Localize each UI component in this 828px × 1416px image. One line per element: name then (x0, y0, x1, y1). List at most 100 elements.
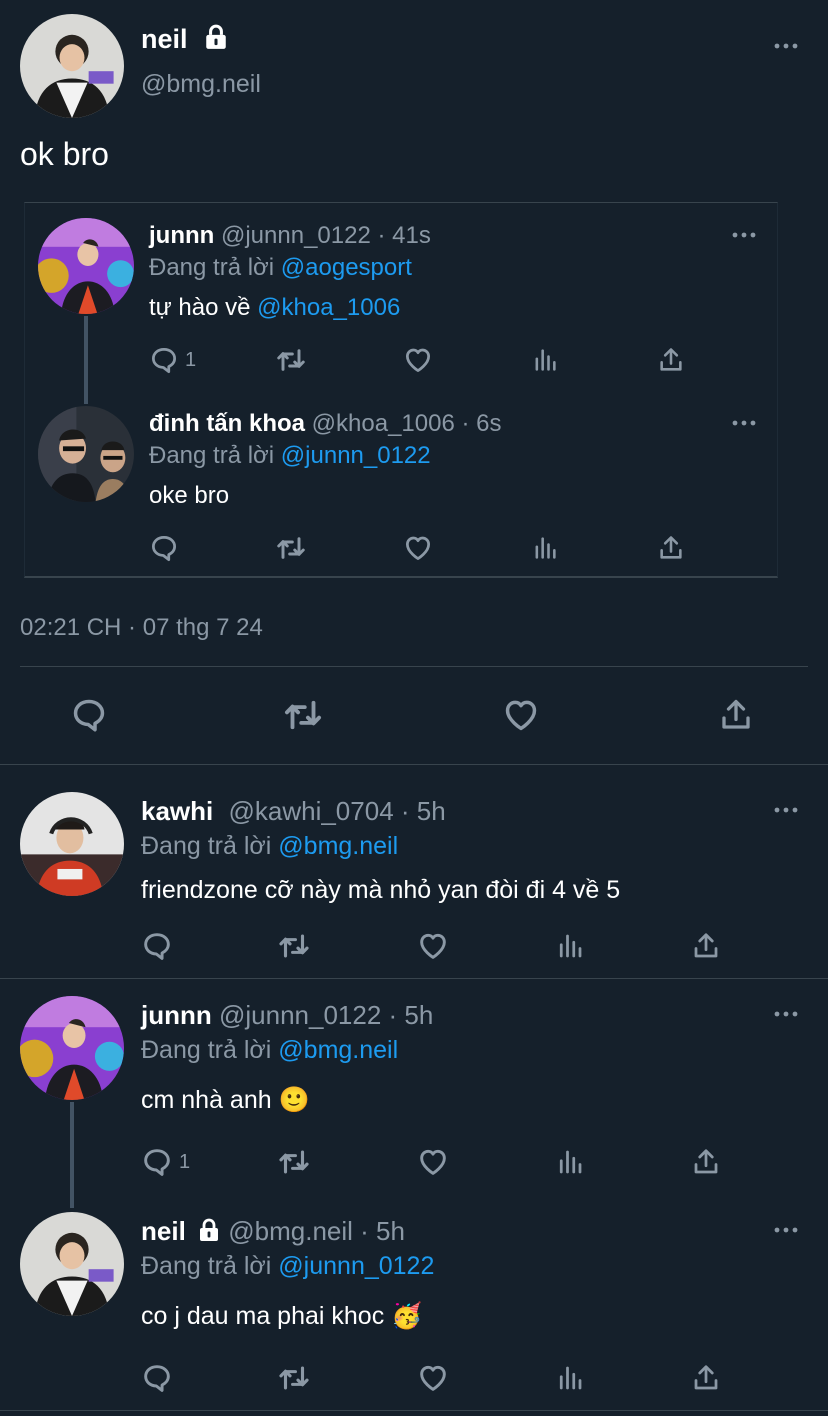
reply-button[interactable] (70, 694, 108, 736)
more-icon[interactable] (772, 1220, 800, 1240)
thread-connector (84, 316, 88, 404)
reply3-time[interactable]: · 5h (360, 1216, 405, 1246)
share-button[interactable] (691, 1144, 721, 1180)
tweet-timestamp[interactable]: 02:21 CH · 07 thg 7 24 (20, 614, 263, 642)
reply-count: 1 (179, 1150, 191, 1173)
tweet-text: ok bro (20, 136, 109, 172)
reply3-display-name[interactable]: neil (141, 1216, 186, 1246)
views-button[interactable] (531, 530, 559, 566)
reply-to-link[interactable]: @junnn_0122 (278, 1252, 434, 1280)
share-icon (718, 697, 754, 733)
reply-label: Đang trả lời (141, 1036, 272, 1064)
share-button[interactable] (718, 694, 754, 736)
reply2-time[interactable]: · 5h (389, 1000, 434, 1030)
lock-icon (203, 24, 229, 57)
share-icon (657, 346, 685, 374)
reply2-actions: 1 (141, 1144, 741, 1180)
like-button[interactable] (502, 694, 540, 736)
like-button[interactable] (417, 1360, 449, 1396)
share-button[interactable] (691, 1360, 721, 1396)
quote2-handle[interactable]: @khoa_1006 (312, 410, 455, 437)
quote1-text: tự hào về (149, 294, 258, 321)
views-button[interactable] (531, 342, 559, 378)
reply2-handle[interactable]: @junnn_0122 (219, 1000, 381, 1030)
reply1-display-name[interactable]: kawhi (141, 796, 213, 826)
retweet-button[interactable] (275, 342, 307, 378)
retweet-button[interactable] (282, 694, 324, 736)
views-icon (555, 1147, 585, 1177)
avatar-kawhi[interactable] (20, 792, 124, 896)
like-button[interactable] (403, 530, 433, 566)
quote1-time[interactable]: · 41s (377, 222, 430, 249)
reply3-text: co j dau ma phai khoc (141, 1302, 385, 1330)
divider (0, 764, 828, 765)
author-handle[interactable]: @bmg.neil (141, 70, 261, 99)
reply-to-link[interactable]: @junnn_0122 (281, 442, 431, 469)
views-button[interactable] (555, 1360, 585, 1396)
share-icon (657, 534, 685, 562)
views-icon (531, 346, 559, 374)
retweet-icon (277, 1361, 311, 1395)
reply-to-link[interactable]: @bmg.neil (278, 832, 398, 860)
retweet-button[interactable] (277, 1360, 311, 1396)
reply1-handle[interactable]: @kawhi_0704 (228, 796, 393, 826)
reply-button[interactable]: 1 (141, 1144, 190, 1180)
quote1-actions: 1 (149, 342, 709, 378)
retweet-button[interactable] (277, 928, 311, 964)
party-emoji: 🥳 (391, 1302, 423, 1330)
views-button[interactable] (555, 928, 585, 964)
retweet-button[interactable] (275, 530, 307, 566)
share-button[interactable] (691, 928, 721, 964)
reply-button[interactable] (141, 1360, 173, 1396)
share-button[interactable] (657, 342, 685, 378)
avatar-neil[interactable] (20, 14, 124, 118)
reply-label: Đang trả lời (149, 254, 275, 281)
reply-label: Đang trả lời (141, 1252, 272, 1280)
reply-to-link[interactable]: @aogesport (281, 254, 412, 281)
reply-icon (141, 1362, 173, 1394)
quote1-display-name[interactable]: junnn (149, 222, 214, 249)
divider (0, 1410, 828, 1411)
avatar-neil[interactable] (20, 1212, 124, 1316)
reply-button[interactable] (149, 530, 179, 566)
retweet-button[interactable] (277, 1144, 311, 1180)
more-icon[interactable] (730, 225, 758, 245)
reply1-actions (141, 928, 741, 964)
retweet-icon (277, 1145, 311, 1179)
reply2-display-name[interactable]: junnn (141, 1000, 212, 1030)
more-icon[interactable] (772, 36, 800, 56)
avatar-junnn[interactable] (20, 996, 124, 1100)
reply-count: 1 (185, 348, 197, 371)
quote2-display-name[interactable]: đinh tấn khoa (149, 410, 305, 437)
divider (0, 978, 828, 979)
more-icon[interactable] (772, 800, 800, 820)
reply-button[interactable] (141, 928, 173, 964)
reply1-time[interactable]: · 5h (401, 796, 446, 826)
reply2-text: cm nhà anh (141, 1086, 272, 1114)
share-button[interactable] (657, 530, 685, 566)
author-name[interactable]: neil (141, 24, 229, 57)
author-display-name[interactable]: neil (141, 24, 188, 54)
mention-link[interactable]: @khoa_1006 (257, 294, 400, 321)
share-icon (691, 1147, 721, 1177)
reply-button[interactable]: 1 (149, 342, 196, 378)
like-button[interactable] (403, 342, 433, 378)
lock-icon (197, 1218, 221, 1249)
avatar-junnn[interactable] (38, 218, 134, 314)
quote2-time[interactable]: · 6s (462, 410, 502, 437)
like-button[interactable] (417, 928, 449, 964)
reply-to-link[interactable]: @bmg.neil (278, 1036, 398, 1064)
more-icon[interactable] (730, 413, 758, 433)
quote1-handle[interactable]: @junnn_0122 (221, 222, 371, 249)
heart-icon (403, 345, 433, 375)
heart-icon (502, 696, 540, 734)
like-button[interactable] (417, 1144, 449, 1180)
avatar-khoa[interactable] (38, 406, 134, 502)
thread-connector (70, 1102, 74, 1208)
main-actions (70, 694, 770, 736)
reply3-handle[interactable]: @bmg.neil (228, 1216, 353, 1246)
more-icon[interactable] (772, 1004, 800, 1024)
share-icon (691, 1363, 721, 1393)
reply-icon (141, 1146, 173, 1178)
views-button[interactable] (555, 1144, 585, 1180)
